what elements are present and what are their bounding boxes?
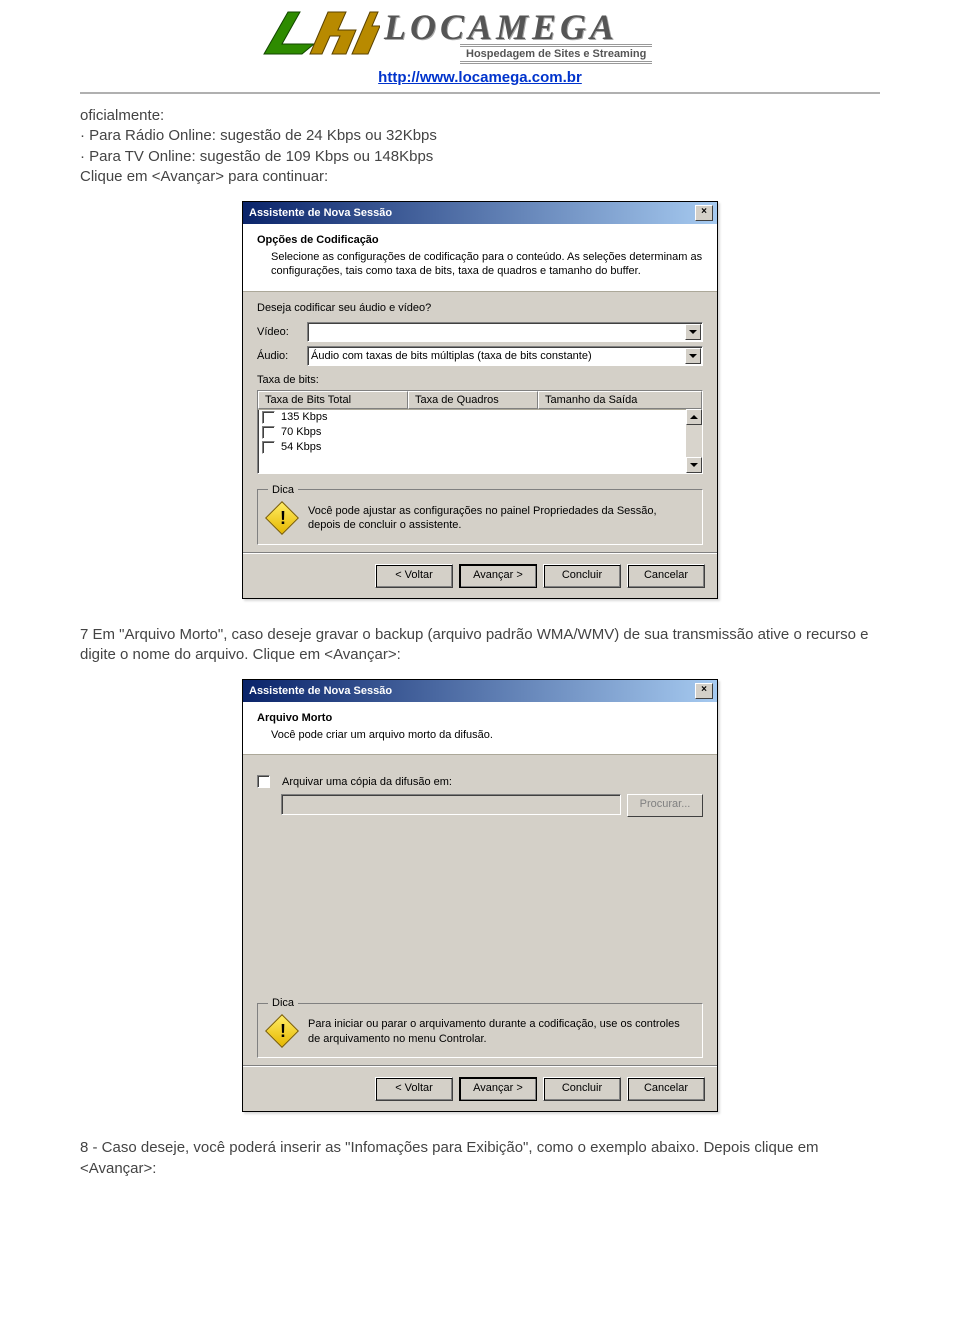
next-button[interactable]: Avançar > (459, 1077, 537, 1101)
close-button[interactable]: × (695, 205, 713, 221)
section-title: Opções de Codificação (257, 234, 703, 246)
list-item[interactable]: 135 Kbps (258, 410, 702, 425)
tip-legend: Dica (268, 997, 298, 1009)
archive-path-input (281, 794, 621, 815)
logo-subtitle: Hospedagem de Sites e Streaming (460, 44, 652, 64)
video-label: Vídeo: (257, 326, 307, 338)
back-button[interactable]: < Voltar (375, 564, 453, 588)
button-bar: < Voltar Avançar > Concluir Cancelar (243, 1066, 717, 1111)
button-bar: < Voltar Avançar > Concluir Cancelar (243, 553, 717, 598)
archive-checkbox[interactable] (257, 775, 270, 788)
section-title: Arquivo Morto (257, 712, 703, 724)
intro-line: Clique em <Avançar> para continuar: (80, 167, 880, 187)
intro-text: oficialmente: · Para Rádio Online: suges… (80, 106, 880, 187)
logo-mark (260, 6, 380, 62)
audio-label: Áudio: (257, 350, 307, 362)
finish-button[interactable]: Concluir (543, 564, 621, 588)
intro-line: oficialmente: (80, 106, 880, 126)
list-item-label: 70 Kbps (281, 426, 321, 438)
audio-select-value: Áudio com taxas de bits múltiplas (taxa … (311, 350, 592, 362)
audio-select[interactable]: Áudio com taxas de bits múltiplas (taxa … (307, 346, 703, 366)
intro-line: · Para Rádio Online: sugestão de 24 Kbps… (80, 126, 880, 146)
close-button[interactable]: × (695, 683, 713, 699)
list-item-label: 54 Kbps (281, 441, 321, 453)
encode-question: Deseja codificar seu áudio e vídeo? (257, 302, 703, 314)
page-header: LOCAMEGA Hospedagem de Sites e Streaming… (80, 0, 880, 86)
col-header[interactable]: Taxa de Quadros (408, 391, 538, 409)
checkbox[interactable] (262, 411, 275, 424)
mid-text: 7 Em "Arquivo Morto", caso deseje gravar… (80, 625, 880, 666)
chevron-down-icon[interactable] (685, 324, 701, 340)
tip-group: Dica ! Você pode ajustar as configuraçõe… (257, 484, 703, 545)
section-header: Arquivo Morto Você pode criar um arquivo… (243, 702, 717, 755)
tip-text: Você pode ajustar as configurações no pa… (308, 504, 692, 533)
cancel-button[interactable]: Cancelar (627, 564, 705, 588)
logo-text: LOCAMEGA (384, 6, 618, 48)
section-description: Selecione as configurações de codificaçã… (257, 250, 703, 279)
back-button[interactable]: < Voltar (375, 1077, 453, 1101)
dialog-encoding-options: Assistente de Nova Sessão × Opções de Co… (242, 201, 718, 599)
list-item[interactable]: 70 Kbps (258, 425, 702, 440)
finish-button[interactable]: Concluir (543, 1077, 621, 1101)
end-text: 8 - Caso deseje, você poderá inserir as … (80, 1138, 880, 1179)
archive-checkbox-label: Arquivar uma cópia da difusão em: (282, 776, 452, 788)
scroll-down-icon[interactable] (686, 457, 702, 473)
list-item[interactable]: 54 Kbps (258, 440, 702, 455)
video-select[interactable] (307, 322, 703, 342)
logo: LOCAMEGA Hospedagem de Sites e Streaming (260, 8, 700, 60)
section-description: Você pode criar um arquivo morto da difu… (257, 728, 703, 742)
warning-icon: ! (268, 1017, 298, 1047)
scrollbar[interactable] (686, 409, 702, 473)
list-header: Taxa de Bits Total Taxa de Quadros Taman… (258, 391, 702, 410)
tip-group: Dica ! Para iniciar ou parar o arquivame… (257, 997, 703, 1058)
next-button[interactable]: Avançar > (459, 564, 537, 588)
intro-line: · Para TV Online: sugestão de 109 Kbps o… (80, 147, 880, 167)
section-header: Opções de Codificação Selecione as confi… (243, 224, 717, 292)
tip-text: Para iniciar ou parar o arquivamento dur… (308, 1017, 692, 1046)
bitrate-list[interactable]: Taxa de Bits Total Taxa de Quadros Taman… (257, 390, 703, 474)
dialog-archive: Assistente de Nova Sessão × Arquivo Mort… (242, 679, 718, 1112)
window-title: Assistente de Nova Sessão (249, 207, 695, 219)
checkbox[interactable] (262, 441, 275, 454)
chevron-down-icon[interactable] (685, 348, 701, 364)
scroll-up-icon[interactable] (686, 409, 702, 425)
divider (80, 92, 880, 94)
scroll-track[interactable] (686, 425, 702, 457)
titlebar[interactable]: Assistente de Nova Sessão × (243, 202, 717, 224)
checkbox[interactable] (262, 426, 275, 439)
list-item-label: 135 Kbps (281, 411, 327, 423)
window-title: Assistente de Nova Sessão (249, 685, 695, 697)
tip-legend: Dica (268, 484, 298, 496)
header-url-link[interactable]: http://www.locamega.com.br (80, 69, 880, 86)
browse-button: Procurar... (627, 794, 703, 817)
col-header[interactable]: Tamanho da Saída (538, 391, 702, 409)
titlebar[interactable]: Assistente de Nova Sessão × (243, 680, 717, 702)
col-header[interactable]: Taxa de Bits Total (258, 391, 408, 409)
warning-icon: ! (268, 504, 298, 534)
bitrate-label: Taxa de bits: (257, 374, 703, 386)
cancel-button[interactable]: Cancelar (627, 1077, 705, 1101)
